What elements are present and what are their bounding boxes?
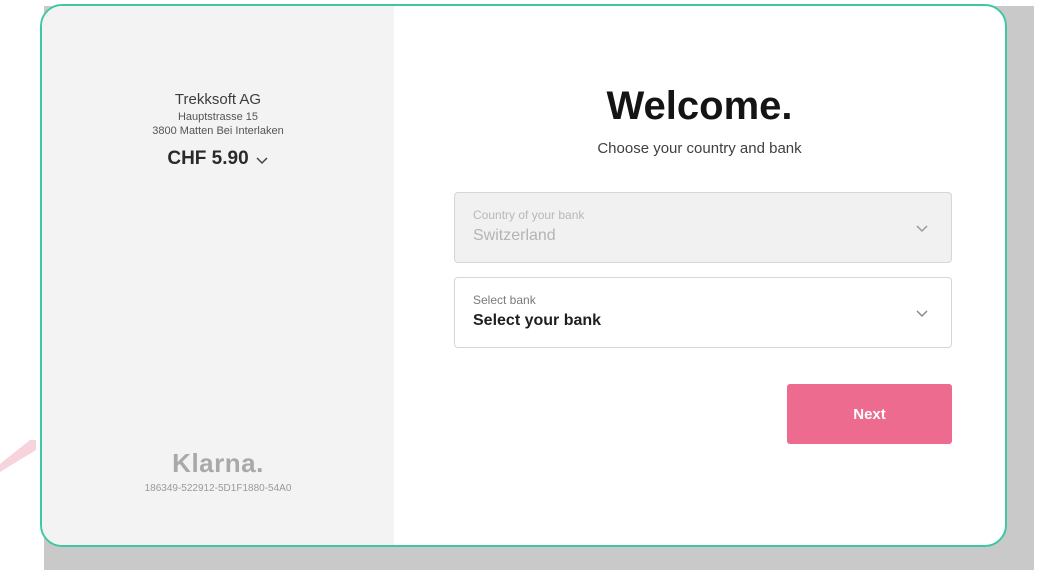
next-button[interactable]: Next bbox=[787, 384, 952, 444]
page-title: Welcome. bbox=[606, 84, 793, 128]
merchant-street: Hauptstrasse 15 bbox=[177, 111, 259, 123]
brand-footer: Klarna. 186349-522912-5D1F1880-54A0 bbox=[42, 448, 394, 494]
order-summary-panel: Trekksoft AG Hauptstrasse 15 3800 Matten… bbox=[42, 6, 394, 545]
merchant-city: 3800 Matten Bei Interlaken bbox=[152, 125, 284, 137]
klarna-logo: Klarna. bbox=[172, 448, 264, 478]
bank-selection-panel: Welcome. Choose your country and bank Co… bbox=[394, 6, 1005, 545]
chevron-down-icon bbox=[256, 157, 268, 165]
page-subtitle: Choose your country and bank bbox=[597, 140, 802, 157]
reference-id: 186349-522912-5D1F1880-54A0 bbox=[144, 483, 292, 494]
chevron-down-icon bbox=[916, 225, 928, 233]
bank-select-value: Select your bank bbox=[473, 312, 602, 329]
chevron-down-icon bbox=[916, 310, 928, 318]
country-select-value: Switzerland bbox=[473, 227, 556, 244]
order-amount: CHF 5.90 bbox=[167, 148, 249, 169]
merchant-name: Trekksoft AG bbox=[174, 91, 262, 108]
decorative-pink-shape bbox=[0, 440, 36, 472]
bank-select-label: Select bank bbox=[473, 293, 536, 307]
amount-toggle[interactable]: CHF 5.90 bbox=[167, 148, 268, 170]
bank-select[interactable]: Select bank Select your bank bbox=[454, 277, 952, 348]
country-select: Country of your bank Switzerland bbox=[454, 192, 952, 263]
merchant-info: Trekksoft AG Hauptstrasse 15 3800 Matten… bbox=[42, 90, 394, 170]
checkout-card: Trekksoft AG Hauptstrasse 15 3800 Matten… bbox=[40, 4, 1007, 547]
country-select-label: Country of your bank bbox=[473, 208, 585, 222]
